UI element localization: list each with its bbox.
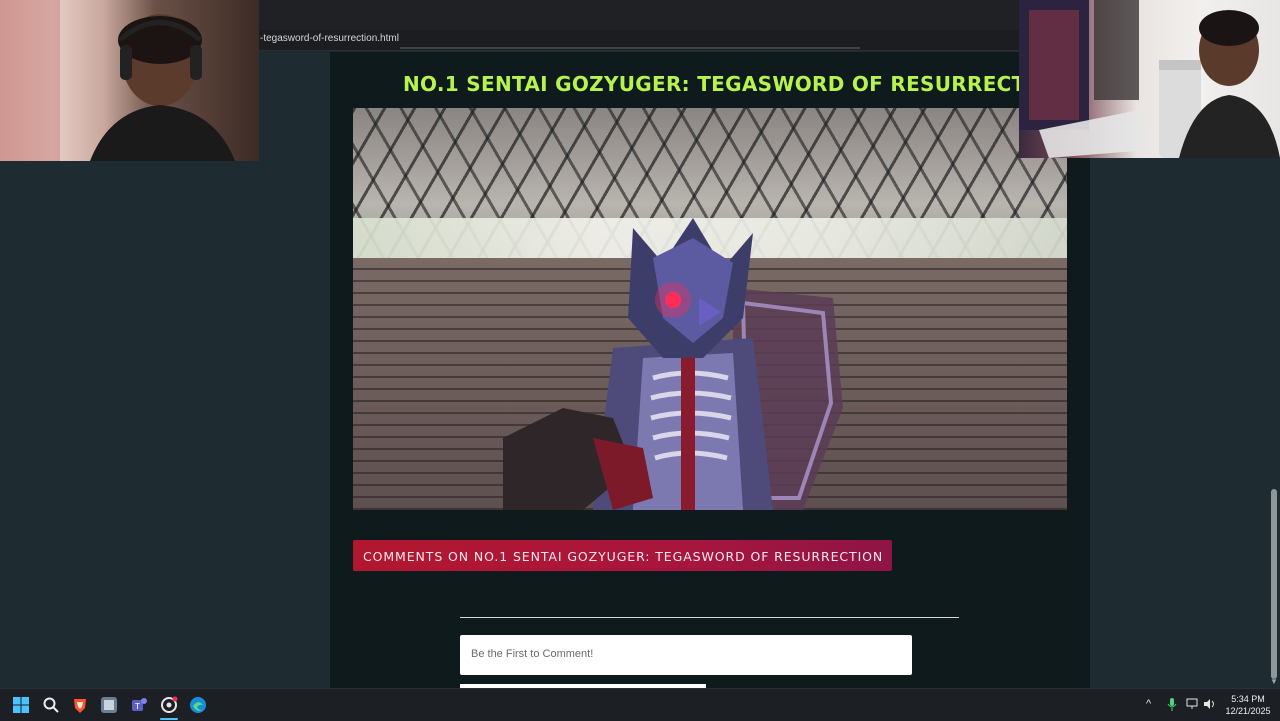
app-icon[interactable] xyxy=(100,696,118,714)
network-icon[interactable] xyxy=(1186,698,1200,713)
comments-heading: COMMENTS ON NO.1 SENTAI GOZYUGER: TEGASW… xyxy=(363,549,884,564)
windows-taskbar: T ^ 5:34 PM 12/21/2025 xyxy=(0,688,1280,721)
clock-time: 5:34 PM xyxy=(1231,694,1265,704)
microphone-icon[interactable] xyxy=(1167,698,1177,715)
svg-text:T: T xyxy=(134,702,140,711)
scrollbar-thumb[interactable] xyxy=(1271,489,1277,679)
webcam-overlay-left xyxy=(0,0,259,161)
comments-heading-banner: COMMENTS ON NO.1 SENTAI GOZYUGER: TEGASW… xyxy=(353,540,892,571)
comment-placeholder: Be the First to Comment! xyxy=(471,648,594,660)
play-icon[interactable] xyxy=(699,298,721,326)
clock-date: 12/21/2025 xyxy=(1225,706,1271,716)
windows-start-icon[interactable] xyxy=(12,696,30,714)
webcam-left-person xyxy=(0,0,235,161)
page-title: NO.1 SENTAI GOZYUGER: TEGASWORD OF RESUR… xyxy=(403,72,1068,96)
webcam-right-person xyxy=(1019,0,1280,158)
video-frame-monster xyxy=(503,218,843,510)
address-bar-url[interactable]: -tegasword-of-resurrection.html xyxy=(260,33,399,44)
edge-icon[interactable] xyxy=(189,696,207,714)
comments-divider xyxy=(460,617,959,618)
cut-off-text-line xyxy=(400,44,860,50)
webcam-overlay-right xyxy=(1019,0,1280,158)
comment-input[interactable]: Be the First to Comment! xyxy=(460,635,912,675)
video-player[interactable] xyxy=(353,108,1067,510)
volume-icon[interactable] xyxy=(1203,698,1217,713)
teams-icon[interactable]: T xyxy=(130,696,148,714)
brave-browser-icon[interactable] xyxy=(71,696,89,714)
scroll-down-icon[interactable]: ▼ xyxy=(1270,677,1278,686)
chevron-up-icon[interactable]: ^ xyxy=(1146,698,1151,710)
taskbar-clock[interactable]: 5:34 PM 12/21/2025 xyxy=(1222,693,1274,717)
search-icon[interactable] xyxy=(42,696,60,714)
chatgpt-icon[interactable] xyxy=(160,696,178,714)
